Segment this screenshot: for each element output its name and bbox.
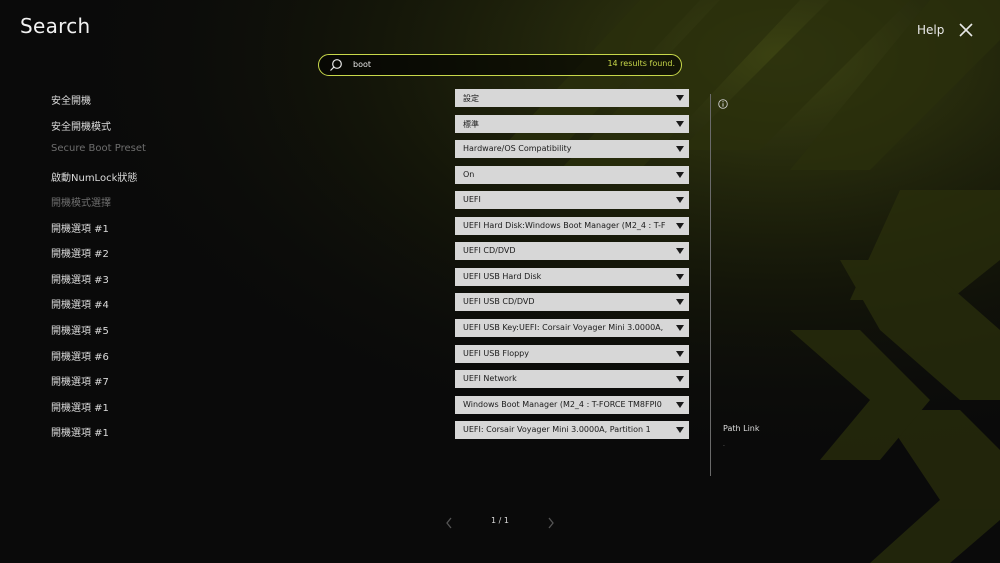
dropdown-value: On — [463, 169, 475, 179]
dropdown-value: UEFI: Corsair Voyager Mini 3.0000A, Part… — [463, 425, 651, 435]
setting-dropdown[interactable]: UEFI — [455, 191, 689, 210]
dropdown-value: UEFI USB Key:UEFI: Corsair Voyager Mini … — [463, 322, 664, 332]
setting-label: 啟動NumLock狀態 — [51, 172, 138, 184]
setting-label: 安全開機模式 — [51, 121, 111, 133]
caret-down-icon — [676, 120, 684, 127]
close-button[interactable] — [956, 20, 976, 40]
page-title: Search — [20, 14, 91, 38]
dropdown-value: Windows Boot Manager (M2_4 : T-FORCE TM8… — [463, 399, 662, 409]
chevron-right-icon — [548, 517, 554, 529]
setting-label: 開機選項 #6 — [51, 351, 109, 363]
setting-dropdown[interactable]: UEFI USB CD/DVD — [455, 293, 689, 312]
search-icon — [330, 59, 342, 71]
dropdown-value: UEFI — [463, 195, 481, 205]
caret-down-icon — [676, 299, 684, 306]
caret-down-icon — [676, 401, 684, 408]
result-count: 14 results found. — [607, 59, 675, 68]
caret-down-icon — [676, 222, 684, 229]
setting-label: 開機選項 #3 — [51, 274, 109, 286]
close-icon — [959, 23, 973, 37]
caret-down-icon — [676, 324, 684, 331]
setting-dropdown[interactable]: Hardware/OS Compatibility — [455, 140, 689, 159]
caret-down-icon — [676, 273, 684, 280]
chevron-left-icon — [446, 517, 452, 529]
info-icon — [718, 99, 728, 109]
setting-label: 安全開機 — [51, 96, 91, 107]
next-page-button[interactable] — [546, 515, 556, 529]
caret-down-icon — [676, 350, 684, 357]
path-link-value: . — [723, 441, 725, 448]
dropdown-value: 設定 — [463, 94, 479, 103]
dropdown-value: UEFI USB Floppy — [463, 348, 529, 358]
setting-label: 開機選項 #5 — [51, 325, 109, 337]
dropdown-value: UEFI CD/DVD — [463, 246, 516, 256]
search-bar: 14 results found. — [318, 54, 682, 76]
previous-page-button[interactable] — [444, 515, 454, 529]
setting-dropdown[interactable]: 標準 — [455, 114, 689, 133]
dropdown-value: Hardware/OS Compatibility — [463, 144, 572, 154]
caret-down-icon — [676, 376, 684, 383]
dropdown-value: UEFI USB CD/DVD — [463, 297, 535, 307]
setting-label: Secure Boot Preset — [51, 143, 146, 155]
setting-dropdown[interactable]: Windows Boot Manager (M2_4 : T-FORCE TM8… — [455, 395, 689, 414]
setting-label: 開機模式選擇 — [51, 198, 111, 210]
path-link-label: Path Link — [723, 424, 760, 433]
setting-dropdown[interactable]: UEFI USB Floppy — [455, 344, 689, 363]
setting-dropdown[interactable]: UEFI USB Key:UEFI: Corsair Voyager Mini … — [455, 318, 689, 337]
setting-label: 開機選項 #1 — [51, 223, 109, 235]
setting-dropdown[interactable]: UEFI Network — [455, 370, 689, 389]
setting-label: 開機選項 #7 — [51, 377, 109, 389]
dropdown-value: 標準 — [463, 119, 479, 129]
setting-dropdown[interactable]: UEFI CD/DVD — [455, 242, 689, 261]
setting-dropdown[interactable]: UEFI Hard Disk:Windows Boot Manager (M2_… — [455, 216, 689, 235]
caret-down-icon — [676, 248, 684, 255]
setting-dropdown[interactable]: UEFI: Corsair Voyager Mini 3.0000A, Part… — [455, 421, 689, 440]
caret-down-icon — [676, 95, 684, 101]
caret-down-icon — [676, 427, 684, 434]
dropdown-value: UEFI Hard Disk:Windows Boot Manager (M2_… — [463, 220, 666, 230]
caret-down-icon — [676, 197, 684, 204]
setting-label: 開機選項 #2 — [51, 249, 109, 261]
help-button[interactable]: Help — [917, 23, 944, 37]
dropdown-value: UEFI USB Hard Disk — [463, 271, 542, 281]
setting-dropdown[interactable]: UEFI USB Hard Disk — [455, 267, 689, 286]
info-button[interactable] — [718, 94, 728, 109]
setting-label: 開機選項 #4 — [51, 300, 109, 312]
setting-dropdown[interactable]: 設定 — [455, 89, 689, 107]
search-input[interactable] — [353, 57, 583, 72]
dropdown-value: UEFI Network — [463, 374, 517, 384]
caret-down-icon — [676, 146, 684, 153]
setting-dropdown[interactable]: On — [455, 165, 689, 184]
setting-label: 開機選項 #1 — [51, 402, 109, 414]
caret-down-icon — [676, 171, 684, 178]
page-indicator: 1 / 1 — [491, 516, 509, 525]
panel-divider — [710, 94, 711, 476]
setting-label: 開機選項 #1 — [51, 428, 109, 440]
